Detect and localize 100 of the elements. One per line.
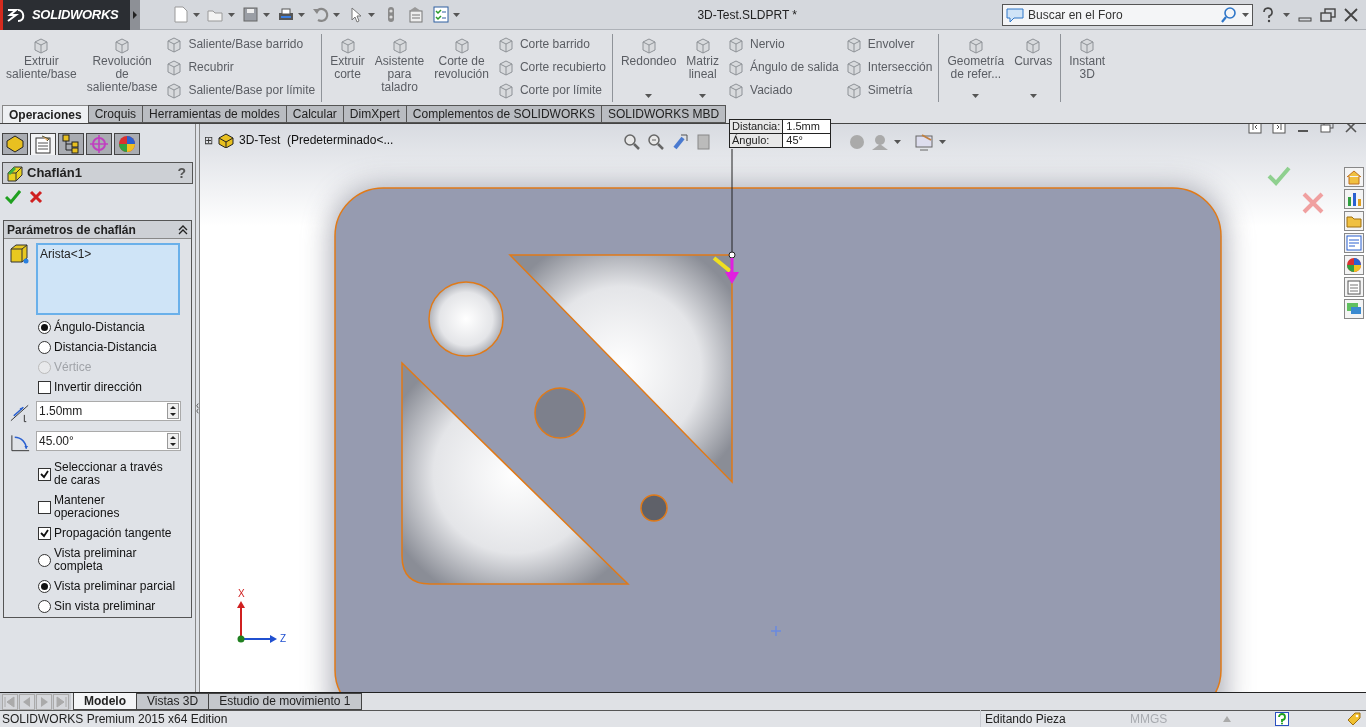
ribbon-button[interactable]: Recubrir xyxy=(165,57,316,77)
ribbon-button[interactable]: Curvas xyxy=(1012,34,1055,100)
ribbon-button[interactable]: Instant 3D xyxy=(1067,34,1108,100)
ok-icon[interactable] xyxy=(5,190,21,204)
close-icon[interactable] xyxy=(1344,124,1358,134)
spinner-icon[interactable] xyxy=(167,433,179,449)
caret-icon[interactable] xyxy=(939,140,946,144)
caret-icon[interactable] xyxy=(228,12,235,17)
caret-icon[interactable] xyxy=(453,12,460,17)
help-icon[interactable] xyxy=(1261,6,1275,23)
number-field[interactable]: 45.00° xyxy=(37,432,167,450)
panel-tab[interactable] xyxy=(2,133,28,155)
ribbon-button[interactable]: Corte por límite xyxy=(496,80,606,100)
toolbar-expander[interactable] xyxy=(130,0,140,30)
chat-icon[interactable] xyxy=(1344,299,1364,319)
expand-toggle[interactable]: ⊞ xyxy=(204,134,213,146)
radio-button[interactable] xyxy=(38,341,51,354)
caret-icon[interactable] xyxy=(263,12,270,17)
ribbon-button[interactable]: Simetría xyxy=(844,80,933,100)
ribbon-button[interactable]: Saliente/Base por límite xyxy=(165,80,316,100)
caret-icon[interactable] xyxy=(1029,94,1037,98)
color-wheel-icon[interactable] xyxy=(1344,255,1364,275)
ribbon-tab[interactable]: SOLIDWORKS MBD xyxy=(600,105,727,123)
caret-icon[interactable] xyxy=(972,94,980,98)
panel-tab[interactable] xyxy=(30,133,56,155)
group-header[interactable]: Parámetros de chaflán xyxy=(4,221,191,239)
zoom-fit-icon[interactable] xyxy=(623,133,641,151)
ribbon-button[interactable]: Corte barrido xyxy=(496,34,606,54)
clipboard-icon[interactable] xyxy=(1344,277,1364,297)
ribbon-tab[interactable]: DimXpert xyxy=(342,105,407,123)
ribbon-tab[interactable]: Croquis xyxy=(87,105,144,123)
previous-view-icon[interactable] xyxy=(671,133,689,151)
ribbon-button[interactable]: Redondeo xyxy=(618,34,679,100)
caret-icon[interactable] xyxy=(193,12,200,17)
close-icon[interactable] xyxy=(1344,7,1358,22)
cancel-icon[interactable] xyxy=(29,190,43,204)
ribbon-button[interactable]: Saliente/Base barrido xyxy=(165,34,316,54)
tag-icon[interactable] xyxy=(1346,711,1362,727)
checklist-icon[interactable] xyxy=(432,5,450,24)
caret-icon[interactable] xyxy=(894,140,901,144)
search-field[interactable]: Buscar en el Foro xyxy=(1028,5,1216,24)
ribbon-button[interactable]: Envolver xyxy=(844,34,933,54)
panel-tab[interactable] xyxy=(86,133,112,155)
ribbon-button[interactable]: Extruir corte xyxy=(328,34,367,100)
ribbon-button[interactable]: Ángulo de salida xyxy=(727,57,839,77)
tooltip-value[interactable]: 45° xyxy=(783,133,830,147)
home-icon[interactable] xyxy=(1344,167,1364,187)
ribbon-tab[interactable]: Herramientas de moldes xyxy=(142,105,287,123)
ribbon-button[interactable]: Asistente para taladro xyxy=(372,34,427,100)
radio-button[interactable] xyxy=(38,600,51,613)
number-field[interactable]: 45.00° xyxy=(36,431,181,451)
checkbox[interactable] xyxy=(38,381,51,394)
ribbon-tab[interactable]: Complementos de SOLIDWORKS xyxy=(405,105,602,123)
ribbon-button[interactable]: Nervio xyxy=(727,34,839,54)
panel-tab[interactable] xyxy=(58,133,84,155)
caret-icon[interactable] xyxy=(368,12,375,17)
radio-button[interactable] xyxy=(38,321,51,334)
zoom-area-icon[interactable] xyxy=(647,133,665,151)
caret-icon[interactable] xyxy=(1242,12,1249,17)
tile-right-icon[interactable] xyxy=(1272,124,1286,134)
save-icon[interactable] xyxy=(242,5,260,24)
radio-button[interactable] xyxy=(38,553,51,567)
model-tab[interactable]: Vistas 3D xyxy=(136,693,210,710)
checkbox[interactable] xyxy=(38,467,51,481)
checkbox[interactable] xyxy=(38,527,51,540)
help-icon[interactable] xyxy=(1275,712,1289,726)
monitor-icon[interactable] xyxy=(914,133,934,151)
collapse-icon[interactable] xyxy=(178,224,188,235)
splitter[interactable] xyxy=(195,124,200,692)
restore-icon[interactable] xyxy=(1320,7,1336,22)
caret-icon[interactable] xyxy=(333,12,340,17)
ribbon-button[interactable]: Corte recubierto xyxy=(496,57,606,77)
caret-icon[interactable] xyxy=(298,12,305,17)
radio-button[interactable] xyxy=(38,580,51,593)
ribbon-button[interactable]: Corte de revolución xyxy=(432,34,491,100)
ribbon-button[interactable]: Revolución de saliente/base xyxy=(84,34,160,100)
model-tab[interactable]: Estudio de movimiento 1 xyxy=(208,693,362,710)
number-field[interactable]: 1.50mm xyxy=(37,402,167,420)
search-field[interactable]: Buscar en el Foro xyxy=(1002,3,1253,26)
app-logo[interactable]: SOLIDWORKS xyxy=(0,0,130,30)
selection-list[interactable]: Arista<1> xyxy=(36,243,180,315)
number-field[interactable]: 1.50mm xyxy=(36,401,181,421)
arrow-handle[interactable] xyxy=(725,251,739,284)
panel-tab[interactable] xyxy=(114,133,140,155)
checkbox[interactable] xyxy=(38,500,51,514)
tile-left-icon[interactable] xyxy=(1248,124,1262,134)
ribbon-button[interactable]: Intersección xyxy=(844,57,933,77)
search-icon[interactable] xyxy=(1220,5,1238,24)
caret-icon[interactable] xyxy=(645,94,653,98)
ribbon-button[interactable]: Extruir saliente/base xyxy=(4,34,79,100)
ribbon-tab[interactable]: Calcular xyxy=(285,105,344,123)
list-icon[interactable] xyxy=(1344,233,1364,253)
tree-root-label[interactable]: 3D-Test (Predeterminado<... xyxy=(239,131,394,149)
caret-icon[interactable] xyxy=(1283,12,1290,17)
caret-icon[interactable] xyxy=(699,94,707,98)
ribbon-button[interactable]: Vaciado xyxy=(727,80,839,100)
chart-icon[interactable] xyxy=(1344,189,1364,209)
ribbon-button[interactable]: Matriz lineal xyxy=(684,34,721,100)
ribbon-button[interactable]: Geometría de refer... xyxy=(945,34,1007,100)
ribbon-tab[interactable]: Operaciones xyxy=(2,105,89,123)
